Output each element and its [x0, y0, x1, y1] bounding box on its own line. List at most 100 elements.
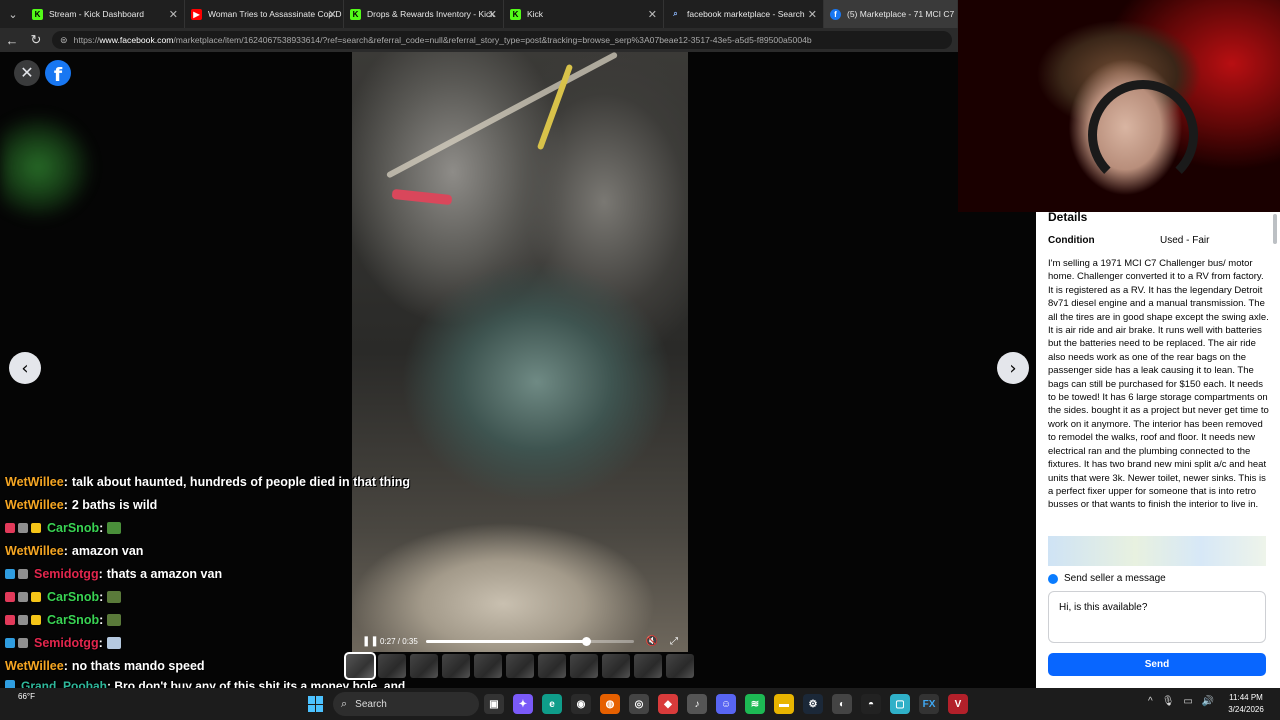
reload-icon[interactable]: ↻ [24, 32, 48, 48]
chat-separator: : [63, 474, 68, 489]
tab-close-icon[interactable]: ✕ [169, 8, 178, 21]
chat-badges [5, 614, 41, 625]
taskbar-search-label: Search [355, 698, 387, 710]
browser-tab-strip: ⌄ K Stream - Kick Dashboard ✕ ▶ Woman Tr… [0, 0, 958, 28]
chat-badge [31, 614, 41, 625]
media-thumbnail[interactable] [570, 654, 598, 678]
kick-icon: K [510, 8, 521, 20]
listing-details-panel: Details Condition Used - Fair I'm sellin… [1036, 212, 1280, 688]
tab-close-icon[interactable]: ✕ [808, 8, 817, 21]
app-icon[interactable]: ◓ [861, 694, 881, 714]
message-input[interactable]: Hi, is this available? [1048, 591, 1266, 643]
copilot-icon[interactable]: ✦ [513, 694, 533, 714]
tab-kick[interactable]: K Kick ✕ [504, 0, 664, 28]
chat-message: WetWillee : no thats mando speed [0, 654, 430, 677]
taskbar-search[interactable]: ⌕ Search [333, 692, 479, 716]
mute-icon[interactable]: 🔇 [646, 636, 658, 647]
app-icon[interactable]: ◆ [658, 694, 678, 714]
clock-time: 11:44 PM [1229, 693, 1263, 702]
chevron-up-icon[interactable]: ^ [1148, 696, 1153, 707]
details-scrollbar[interactable] [1273, 214, 1277, 244]
music-icon[interactable]: ♪ [687, 694, 707, 714]
chat-username: WetWillee [5, 658, 64, 673]
chat-badges [5, 522, 41, 533]
chat-text: 2 baths is wild [71, 497, 158, 512]
url-field[interactable]: ⊜ https://www.facebook.com/marketplace/i… [52, 31, 952, 49]
tab-kick-drops[interactable]: K Drops & Rewards Inventory - Kick ✕ [344, 0, 504, 28]
chat-message: CarSnob : [0, 608, 430, 631]
firefox-icon[interactable]: ◍ [600, 694, 620, 714]
chat-text: no thats mando speed [71, 658, 205, 673]
app-icon[interactable]: ◐ [832, 694, 852, 714]
discord-icon[interactable]: ☺ [716, 694, 736, 714]
video-frame-detail [536, 63, 574, 151]
tab-marketplace[interactable]: f (5) Marketplace - 71 MCI C7 Cha [824, 0, 958, 28]
windows-taskbar: 66°F ⌕ Search ▣ ✦ e ◉ ◍ ◎ ◆ ♪ ☺ ≋ ▬ ⚙ ◐ … [0, 688, 1280, 720]
tab-youtube[interactable]: ▶ Woman Tries to Assassinate Cop D ✕ [185, 0, 344, 28]
facebook-logo[interactable]: f [45, 60, 71, 86]
media-thumbnail[interactable] [666, 654, 694, 678]
tab-list-chevron-icon[interactable]: ⌄ [0, 0, 26, 28]
chat-emote-icon [107, 521, 122, 534]
fullscreen-icon[interactable]: ⤢ [670, 636, 678, 647]
microphone-icon[interactable]: 🎙 [1162, 696, 1175, 707]
obs-icon[interactable]: ◎ [629, 694, 649, 714]
media-thumbnail[interactable] [602, 654, 630, 678]
tab-close-icon[interactable]: ✕ [488, 8, 497, 21]
location-map[interactable] [1048, 536, 1266, 566]
system-tray: ^ 🎙 ▭ 🔊 [1148, 696, 1214, 707]
task-view-icon[interactable]: ▣ [484, 694, 504, 714]
chat-badges [5, 637, 28, 648]
chat-message: WetWillee : talk about haunted, hundreds … [0, 470, 430, 493]
chat-badge [5, 637, 15, 648]
volume-icon[interactable]: 🔊 [1202, 696, 1214, 707]
steam-icon[interactable]: ⚙ [803, 694, 823, 714]
url-path: /marketplace/item/1624067538933614/?ref=… [173, 35, 812, 45]
chat-separator: : [99, 612, 104, 627]
url-host: www.facebook.com [99, 35, 174, 45]
media-thumbnail[interactable] [506, 654, 534, 678]
chat-message: WetWillee : amazon van [0, 539, 430, 562]
blurred-overlay [0, 112, 95, 222]
tab-title: Drops & Rewards Inventory - Kick [367, 9, 495, 19]
chrome-icon[interactable]: ◉ [571, 694, 591, 714]
url-prefix: https:// [73, 35, 100, 45]
chat-text: talk about haunted, hundreds of people d… [71, 474, 411, 489]
send-button[interactable]: Send [1048, 653, 1266, 676]
previous-media-button[interactable]: ‹ [9, 352, 41, 384]
fx-icon[interactable]: FX [919, 694, 939, 714]
details-scroll-area[interactable]: Details Condition Used - Fair I'm sellin… [1036, 212, 1276, 562]
chat-badge [18, 614, 28, 625]
tab-kick-dashboard[interactable]: K Stream - Kick Dashboard ✕ [26, 0, 185, 28]
network-icon[interactable]: ▭ [1183, 696, 1192, 707]
chat-separator: : [99, 589, 104, 604]
chat-badge [5, 522, 15, 533]
file-explorer-icon[interactable]: ▬ [774, 694, 794, 714]
chat-badge [18, 568, 28, 579]
tab-fb-search[interactable]: ⌕ facebook marketplace - Search ✕ [664, 0, 824, 28]
windows-start-icon[interactable] [308, 696, 324, 712]
site-info-icon[interactable]: ⊜ [60, 35, 68, 46]
media-thumbnail[interactable] [634, 654, 662, 678]
taskbar-clock[interactable]: 11:44 PM 3/24/2026 [1222, 692, 1270, 716]
spotify-icon[interactable]: ≋ [745, 694, 765, 714]
tab-close-icon[interactable]: ✕ [328, 8, 337, 21]
video-progress-bar[interactable] [425, 636, 634, 646]
chat-separator: : [63, 497, 68, 512]
media-thumbnail[interactable] [442, 654, 470, 678]
media-thumbnail[interactable] [474, 654, 502, 678]
back-arrow-icon[interactable]: ← [0, 33, 24, 48]
address-bar: ← ↻ ⊜ https://www.facebook.com/marketpla… [0, 28, 958, 52]
tab-close-icon[interactable]: ✕ [648, 8, 657, 21]
app-icon[interactable]: ▢ [890, 694, 910, 714]
media-thumbnail[interactable] [538, 654, 566, 678]
video-progress-knob[interactable] [582, 636, 592, 646]
valorant-icon[interactable]: V [948, 694, 968, 714]
chat-username: Semidotgg [34, 566, 99, 581]
chat-separator: : [99, 520, 104, 535]
condition-value: Used - Fair [1160, 235, 1210, 246]
weather-widget[interactable]: 66°F [18, 692, 35, 701]
edge-icon[interactable]: e [542, 694, 562, 714]
close-viewer-button[interactable]: ✕ [14, 60, 40, 86]
next-media-button[interactable]: › [997, 352, 1029, 384]
